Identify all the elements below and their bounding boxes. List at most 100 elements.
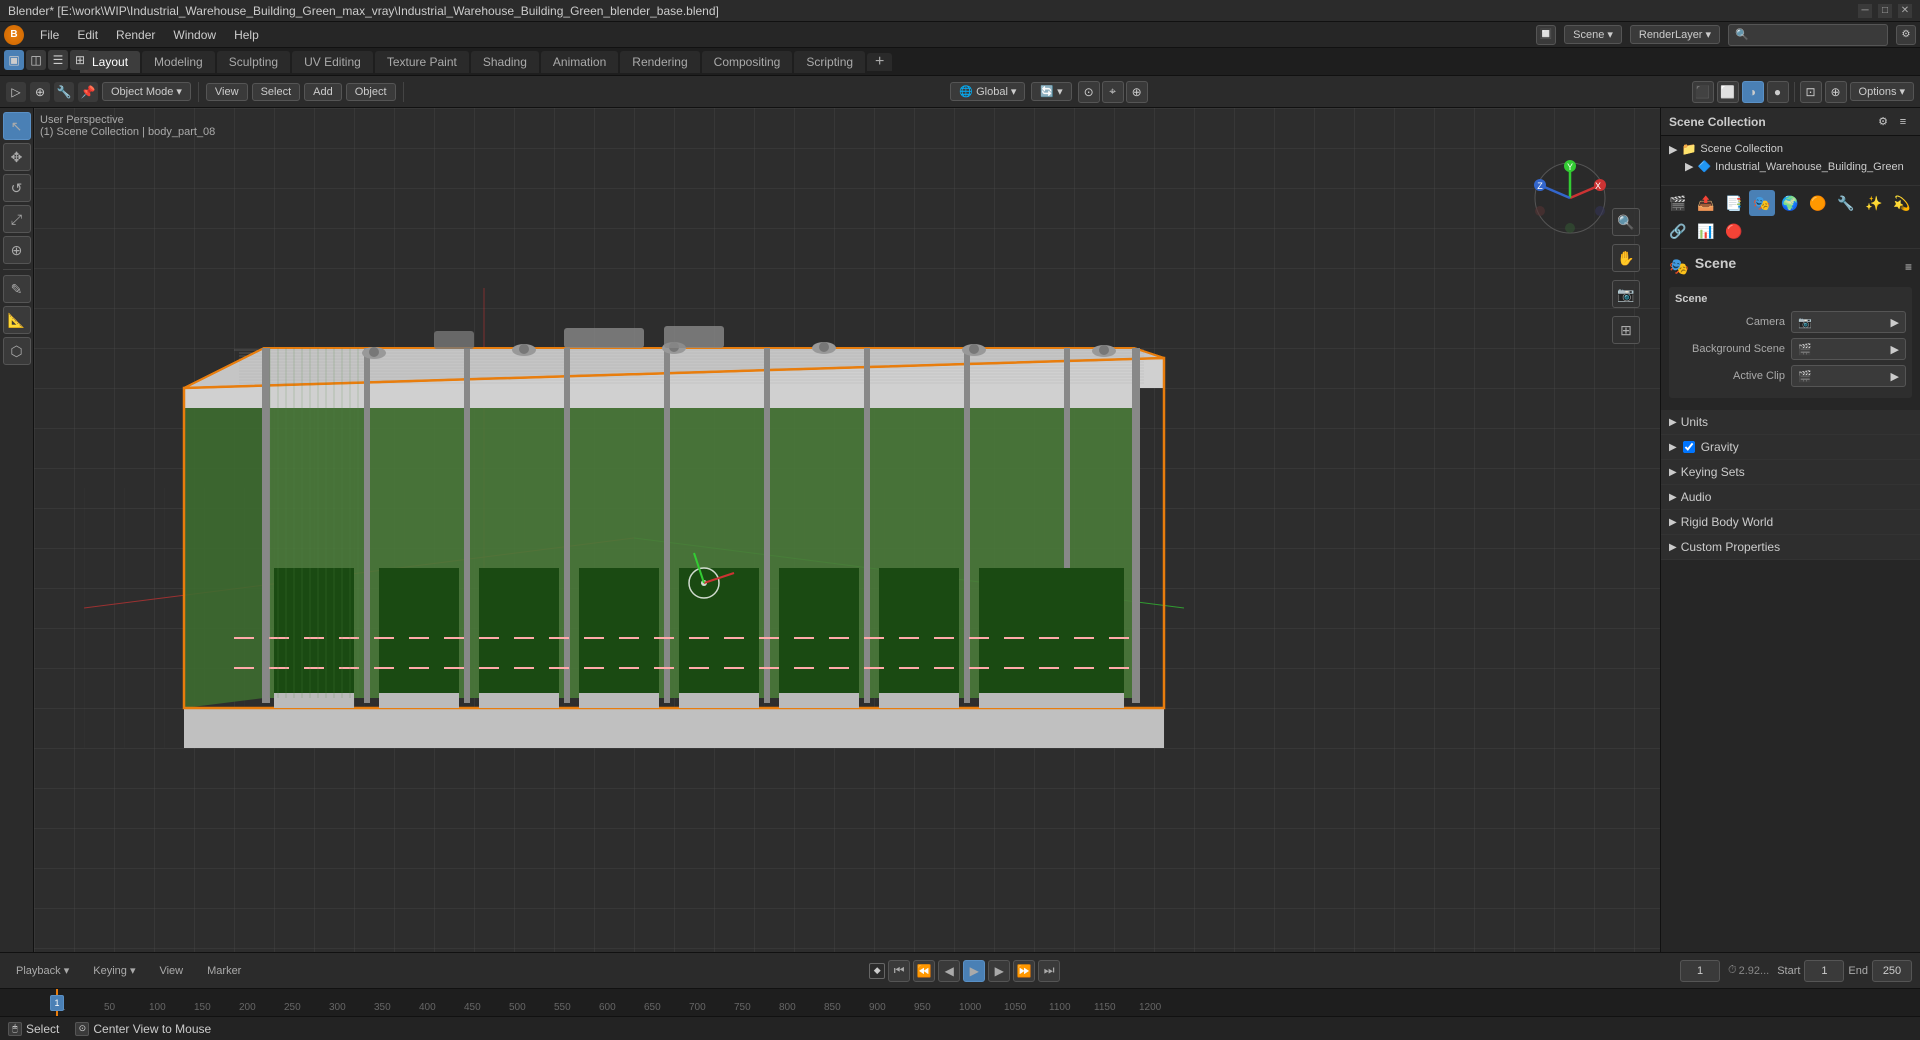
toolbar-icon-4[interactable]: 📌 [78,82,98,102]
props-render-icon[interactable]: 🎬 [1665,190,1691,216]
camera-value[interactable]: 📷 ▶ [1791,311,1906,333]
minimize-button[interactable]: ─ [1858,4,1872,18]
playback-menu[interactable]: Playback ▾ [8,962,77,979]
object-menu[interactable]: Object [346,83,396,101]
tab-scripting[interactable]: Scripting [794,51,865,73]
toolbar-icon-1[interactable]: ▷ [6,82,26,102]
object-mode-selector[interactable]: Object Mode ▾ [102,82,191,101]
tab-shading[interactable]: Shading [471,51,539,73]
end-frame-input[interactable] [1872,960,1912,982]
props-world-icon[interactable]: 🌍 [1777,190,1803,216]
tool-add[interactable]: ⬡ [3,337,31,365]
proportional-icon[interactable]: ⊙ [1078,81,1100,103]
toolbar-icon-2[interactable]: ⊕ [30,82,50,102]
custom-properties-header[interactable]: ▶ Custom Properties [1661,535,1920,559]
tab-add[interactable]: + [867,53,892,71]
viewport-icon[interactable]: ▣ [4,50,24,70]
tree-warehouse-item[interactable]: ▶ 🔷 Industrial_Warehouse_Building_Green [1665,158,1916,175]
viewport-shading-material[interactable]: ◑ [1742,81,1764,103]
view-menu[interactable]: View [206,83,248,101]
tool-scale[interactable]: ⤢ [3,205,31,233]
tree-scene-collection[interactable]: ▶ 📁 Scene Collection [1665,140,1916,158]
gizmo-icon[interactable]: ⊕ [1825,81,1847,103]
renderlayer-selector[interactable]: RenderLayer ▾ [1630,25,1720,44]
menu-help[interactable]: Help [226,26,267,44]
overlay-icon[interactable]: ⊡ [1800,81,1822,103]
props-constraints-icon[interactable]: 🔗 [1665,218,1691,244]
scene-options-icon[interactable]: ≡ [1905,260,1912,274]
marker-menu[interactable]: Marker [199,963,249,979]
tool-measure[interactable]: 📐 [3,306,31,334]
tab-uv-editing[interactable]: UV Editing [292,51,373,73]
menu-window[interactable]: Window [165,26,224,44]
current-frame-input[interactable] [1680,960,1720,982]
timeline-ruler[interactable]: 1 1 50 100 150 200 250 300 350 400 450 5… [0,988,1920,1016]
play-btn[interactable]: ▶ [963,960,985,982]
add-menu[interactable]: Add [304,83,342,101]
next-frame-btn[interactable]: ▶ [988,960,1010,982]
frame-marker[interactable]: 1 [50,995,64,1011]
viewport[interactable]: User Perspective (1) Scene Collection | … [34,108,1660,952]
snap-selector[interactable]: 🔄 ▾ [1031,82,1071,101]
nav-hand[interactable]: ✋ [1612,244,1640,272]
tab-compositing[interactable]: Compositing [702,51,793,73]
keyframe-indicator[interactable]: ◆ [869,963,885,979]
props-modifier-icon[interactable]: 🔧 [1833,190,1859,216]
jump-end-btn[interactable]: ⏭ [1038,960,1060,982]
view-menu[interactable]: View [151,963,191,979]
gravity-checkbox[interactable] [1683,441,1695,453]
tab-texture-paint[interactable]: Texture Paint [375,51,469,73]
rigid-body-world-header[interactable]: ▶ Rigid Body World [1661,510,1920,534]
prev-frame-btn[interactable]: ◀ [938,960,960,982]
start-frame-input[interactable] [1804,960,1844,982]
props-output-icon[interactable]: 📤 [1693,190,1719,216]
menu-render[interactable]: Render [108,26,163,44]
prev-keyframe-btn[interactable]: ⏪ [913,960,935,982]
tool-rotate[interactable]: ↺ [3,174,31,202]
snap-icon[interactable]: ⌖ [1102,81,1124,103]
tab-sculpting[interactable]: Sculpting [217,51,290,73]
nav-camera[interactable]: 📷 [1612,280,1640,308]
next-keyframe-btn[interactable]: ⏩ [1013,960,1035,982]
props-data-icon[interactable]: 📊 [1693,218,1719,244]
units-section-header[interactable]: ▶ Units [1661,410,1920,434]
props-view-layer-icon[interactable]: 📑 [1721,190,1747,216]
nav-zoom-in[interactable]: 🔍 [1612,208,1640,236]
viewport-shading-solid[interactable]: ⬛ [1692,81,1714,103]
scene-selector[interactable]: Scene ▾ [1564,25,1622,44]
props-physics-icon[interactable]: 💫 [1889,190,1915,216]
props-object-icon[interactable]: 🟠 [1805,190,1831,216]
tool-transform[interactable]: ⊕ [3,236,31,264]
menu-file[interactable]: File [32,26,67,44]
viewport-shading-rendered[interactable]: ● [1767,81,1789,103]
gravity-section-header[interactable]: ▶ Gravity [1661,435,1920,459]
props-scene-icon[interactable]: 🎭 [1749,190,1775,216]
bg-scene-value[interactable]: 🎬 ▶ [1791,338,1906,360]
origin-icon[interactable]: ⊕ [1126,81,1148,103]
render-engine-icon[interactable]: 🔲 [1536,25,1556,45]
icon4[interactable]: ⊞ [70,50,90,70]
tool-cursor[interactable]: ↖ [3,112,31,140]
icon3[interactable]: ☰ [48,50,68,70]
viewport-shading-wireframe[interactable]: ⬜ [1717,81,1739,103]
keying-sets-header[interactable]: ▶ Keying Sets [1661,460,1920,484]
nav-ortho[interactable]: ⊞ [1612,316,1640,344]
filter-icon[interactable]: ⚙ [1874,113,1892,131]
keying-menu[interactable]: Keying ▾ [85,962,143,979]
menu-edit[interactable]: Edit [69,26,106,44]
icon2[interactable]: ◫ [26,50,46,70]
props-material-icon[interactable]: 🔴 [1721,218,1747,244]
filter-icon[interactable]: ⚙ [1896,25,1916,45]
tab-rendering[interactable]: Rendering [620,51,699,73]
jump-start-btn[interactable]: ⏮ [888,960,910,982]
toolbar-icon-3[interactable]: 🔧 [54,82,74,102]
gizmo-widget[interactable]: X Y Z [1530,158,1610,238]
select-menu[interactable]: Select [252,83,301,101]
active-clip-value[interactable]: 🎬 ▶ [1791,365,1906,387]
tab-animation[interactable]: Animation [541,51,618,73]
panel-settings-icon[interactable]: ≡ [1894,113,1912,131]
tool-move[interactable]: ✥ [3,143,31,171]
close-button[interactable]: ✕ [1898,4,1912,18]
audio-section-header[interactable]: ▶ Audio [1661,485,1920,509]
tab-modeling[interactable]: Modeling [142,51,215,73]
